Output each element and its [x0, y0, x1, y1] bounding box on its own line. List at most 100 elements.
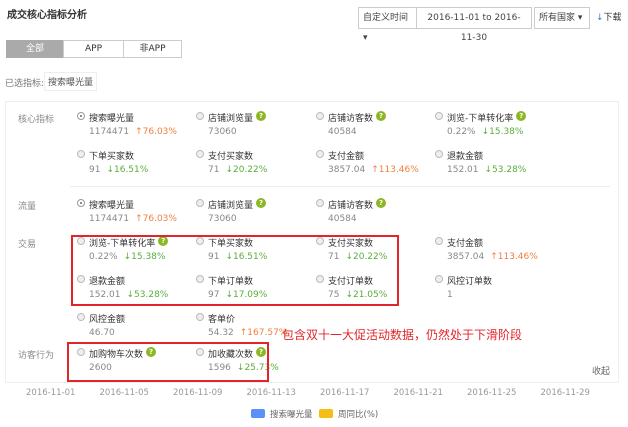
metric-value: 54.32	[208, 328, 234, 338]
metric-label-wrap: 店铺浏览量?	[208, 198, 267, 211]
metric-radio[interactable]	[77, 150, 85, 158]
country-select-value: 所有国家	[539, 13, 576, 23]
metric-radio[interactable]	[196, 199, 204, 207]
metric-label: 店铺访客数	[328, 201, 374, 211]
metric-radio[interactable]	[77, 199, 85, 207]
metric-label-wrap: 支付买家数	[208, 149, 253, 162]
metric-label-wrap: 客单价	[208, 312, 235, 325]
metric-radio[interactable]	[316, 150, 324, 158]
metric-value-wrap: 1	[447, 290, 453, 300]
selected-metrics-label: 已选指标:	[5, 79, 45, 89]
collapse-button[interactable]: 收起	[592, 364, 610, 377]
country-select[interactable]: 所有国家 ▾	[534, 7, 590, 29]
metric-change: ↓53.28%	[484, 165, 527, 175]
metric-label-wrap: 支付金额	[447, 236, 483, 249]
metric-label-wrap: 支付金额	[328, 149, 364, 162]
help-icon[interactable]: ?	[256, 198, 267, 208]
legend-swatch-wow[interactable]	[319, 409, 333, 418]
metric-label-wrap: 搜索曝光量	[89, 111, 134, 124]
metric-value-wrap: 1174471 ↑76.03%	[89, 214, 177, 224]
metric-label-wrap: 浏览-下单转化率?	[447, 111, 527, 124]
time-select-value: 自定义时间	[363, 13, 409, 23]
metric-label-wrap: 店铺访客数?	[328, 198, 387, 211]
metric-change: ↑76.03%	[135, 127, 177, 137]
metric-value: 71	[208, 165, 220, 175]
metric-value: 1174471	[89, 214, 130, 224]
metric-value: 1	[447, 290, 453, 300]
help-icon[interactable]: ?	[256, 111, 267, 121]
metric-change: ↓20.22%	[225, 165, 268, 175]
x-axis-tick: 2016-11-25	[467, 388, 517, 398]
date-range-input[interactable]: 2016-11-01 to 2016-11-30	[416, 7, 532, 43]
metric-value: 40584	[328, 214, 357, 224]
x-axis-tick: 2016-11-01	[26, 388, 76, 398]
metric-label-wrap: 店铺访客数?	[328, 111, 387, 124]
metric-label-wrap: 退款金额	[447, 149, 483, 162]
metric-value-wrap: 91 ↓16.51%	[89, 165, 148, 175]
metric-value: 152.01	[447, 165, 479, 175]
metric-label: 搜索曝光量	[89, 114, 135, 124]
help-icon[interactable]: ?	[376, 198, 387, 208]
metric-label: 店铺浏览量	[208, 114, 254, 124]
metric-change: ↓15.38%	[481, 127, 524, 137]
metric-value-wrap: 152.01 ↓53.28%	[447, 165, 526, 175]
download-button[interactable]: ↓下载	[596, 10, 622, 23]
metric-value-wrap: 3857.04 ↑113.46%	[447, 252, 538, 262]
x-axis-tick: 2016-11-17	[320, 388, 370, 398]
tab-app[interactable]: APP	[63, 40, 124, 58]
metric-radio[interactable]	[435, 150, 443, 158]
metric-radio[interactable]	[77, 112, 85, 120]
metric-value: 40584	[328, 127, 357, 137]
metric-change: ↑76.03%	[135, 214, 177, 224]
section-traffic-label: 流量	[18, 202, 37, 212]
metric-value-wrap: 73060	[208, 214, 237, 224]
metric-radio[interactable]	[435, 112, 443, 120]
metric-radio[interactable]	[77, 313, 85, 321]
metric-radio[interactable]	[196, 313, 204, 321]
metric-label-wrap: 风控金额	[89, 312, 125, 325]
metric-radio[interactable]	[196, 150, 204, 158]
download-label: 下载	[603, 13, 622, 23]
time-select[interactable]: 自定义时间 ▾	[358, 7, 417, 43]
highlight-box-trade	[71, 235, 399, 306]
metric-label-wrap: 搜索曝光量	[89, 198, 134, 211]
metric-value: 3857.04	[447, 252, 485, 262]
metric-label-wrap: 风控订单数	[447, 274, 492, 287]
metric-value-wrap: 1174471 ↑76.03%	[89, 127, 177, 137]
page-title: 成交核心指标分析	[7, 10, 87, 21]
metric-label: 浏览-下单转化率	[447, 114, 514, 124]
metric-value: 1174471	[89, 127, 130, 137]
legend-label-wow[interactable]: 周同比(%)	[338, 408, 378, 420]
metric-label: 客单价	[208, 315, 236, 325]
x-axis-tick: 2016-11-29	[540, 388, 590, 398]
metric-radio[interactable]	[316, 199, 324, 207]
metric-value-wrap: 40584	[328, 214, 357, 224]
section-divider	[70, 186, 610, 187]
selected-metric-chip[interactable]: 搜索曝光量	[44, 72, 98, 91]
metric-value-wrap: 0.22% ↓15.38%	[447, 127, 523, 137]
metric-change: ↑113.46%	[490, 252, 538, 262]
metric-value-wrap: 46.70	[89, 328, 115, 338]
section-trade-label: 交易	[18, 240, 37, 250]
metric-radio[interactable]	[316, 112, 324, 120]
metric-change: ↓16.51%	[106, 165, 149, 175]
metric-value-wrap: 3857.04 ↑113.46%	[328, 165, 419, 175]
metric-value-wrap: 73060	[208, 127, 237, 137]
metric-radio[interactable]	[435, 237, 443, 245]
download-icon: ↓	[596, 13, 604, 23]
highlight-box-visitor	[67, 342, 269, 382]
tab-all[interactable]: 全部	[6, 40, 64, 58]
help-icon[interactable]: ?	[516, 111, 527, 121]
metric-radio[interactable]	[196, 112, 204, 120]
metric-value: 0.22%	[447, 127, 476, 137]
metric-value: 3857.04	[328, 165, 366, 175]
metric-label: 下单买家数	[89, 152, 135, 162]
tab-non-app[interactable]: 非APP	[123, 40, 182, 58]
metric-radio[interactable]	[435, 275, 443, 283]
x-axis-tick: 2016-11-09	[173, 388, 223, 398]
metric-label: 店铺浏览量	[208, 201, 254, 211]
help-icon[interactable]: ?	[376, 111, 387, 121]
legend-swatch-exposure[interactable]	[251, 409, 265, 418]
legend-label-exposure[interactable]: 搜索曝光量	[270, 408, 313, 420]
x-axis-tick: 2016-11-21	[393, 388, 443, 398]
